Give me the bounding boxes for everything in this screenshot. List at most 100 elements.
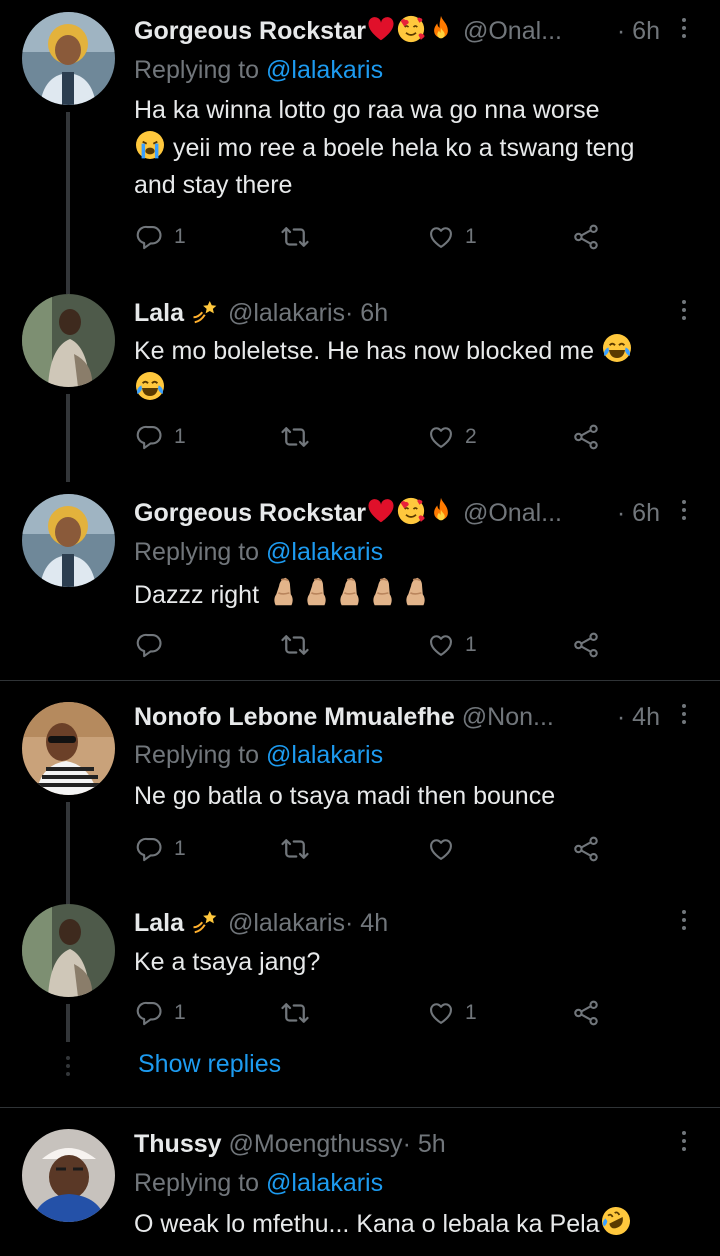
share-icon — [572, 631, 600, 659]
thread-dots — [66, 1056, 70, 1080]
dizzy-emoji — [191, 906, 221, 936]
reply-icon — [136, 223, 164, 251]
handle[interactable]: @Non... — [462, 703, 554, 731]
like-count: 1 — [465, 633, 477, 656]
timestamp[interactable]: · 4h — [617, 700, 660, 734]
tweet[interactable]: Gorgeous Rockstar @Onal... · 6h Replying… — [0, 0, 720, 282]
share-icon — [572, 223, 600, 251]
timestamp[interactable]: · 5h — [403, 1130, 446, 1158]
avatar[interactable] — [22, 494, 115, 587]
fire-emoji — [426, 496, 456, 526]
retweet-icon — [280, 630, 310, 660]
retweet-button[interactable] — [280, 422, 320, 452]
display-name[interactable]: Gorgeous Rockstar — [134, 17, 366, 45]
display-name[interactable]: Thussy — [134, 1130, 222, 1158]
reply-button[interactable]: 1 — [136, 222, 186, 252]
display-name[interactable]: Gorgeous Rockstar — [134, 499, 366, 527]
thread-line — [66, 112, 70, 282]
tweet[interactable]: Thussy @Moengthussy· 5h Replying to @lal… — [0, 1113, 720, 1256]
divider — [0, 1107, 720, 1108]
replying-to: Replying to @lalakaris — [134, 53, 383, 87]
avatar[interactable] — [22, 294, 115, 387]
timestamp[interactable]: · 6h — [345, 299, 388, 327]
rofl-emoji — [600, 1205, 632, 1237]
tweet-text-line-wrap: yeii mo ree a boele hela ko a tswang ten… — [134, 129, 699, 167]
reply-button[interactable] — [136, 630, 174, 660]
tweet-text: Ke a tsaya jang? — [134, 944, 699, 981]
pinched-fingers-emoji — [266, 581, 431, 609]
handle[interactable]: @Onal... — [463, 499, 562, 527]
avatar[interactable] — [22, 702, 115, 795]
like-icon — [427, 631, 455, 659]
tweet-actions: 1 2 — [134, 422, 614, 452]
more-icon[interactable] — [678, 702, 690, 728]
retweet-button[interactable] — [280, 998, 320, 1028]
handle[interactable]: @Onal... — [463, 17, 562, 45]
share-button[interactable] — [572, 222, 600, 252]
reply-button[interactable]: 1 — [136, 422, 186, 452]
share-button[interactable] — [572, 834, 600, 864]
share-button[interactable] — [572, 422, 600, 452]
reply-button[interactable]: 1 — [136, 834, 186, 864]
display-name[interactable]: Lala — [134, 299, 184, 327]
tweet-header: Lala @lalakaris· 6h — [134, 296, 660, 330]
retweet-icon — [280, 998, 310, 1028]
replying-to: Replying to @lalakaris — [134, 1166, 383, 1200]
crying-emoji — [134, 129, 166, 161]
tweet-text: O weak lo mfethu... Kana o lebala ka Pel… — [134, 1205, 699, 1243]
timestamp[interactable]: · 6h — [617, 496, 660, 530]
tweet-actions: 1 1 — [134, 222, 614, 252]
tweet[interactable]: Lala @lalakaris· 4h Ke a tsaya jang? 1 1 — [0, 892, 720, 1042]
display-name[interactable]: Nonofo Lebone Mmualefhe — [134, 703, 455, 731]
reply-button[interactable]: 1 — [136, 998, 186, 1028]
more-icon[interactable] — [678, 1129, 690, 1155]
more-icon[interactable] — [678, 298, 690, 324]
tweet-header: Nonofo Lebone Mmualefhe @Non... · 4h — [134, 700, 660, 734]
thread-line — [66, 394, 70, 482]
tweet[interactable]: Gorgeous Rockstar @Onal... · 6h Replying… — [0, 482, 720, 678]
share-button[interactable] — [572, 630, 600, 660]
tweet[interactable]: Lala @lalakaris· 6h Ke mo boleletse. He … — [0, 282, 720, 482]
heart-emoji — [366, 496, 396, 526]
retweet-button[interactable] — [280, 222, 320, 252]
replying-to-link[interactable]: @lalakaris — [266, 741, 383, 769]
tweet-text: Ke mo boleletse. He has now blocked me — [134, 332, 699, 408]
share-icon — [572, 999, 600, 1027]
more-icon[interactable] — [678, 498, 690, 524]
reply-count: 1 — [174, 1001, 186, 1024]
retweet-icon — [280, 222, 310, 252]
like-button[interactable]: 1 — [427, 222, 477, 252]
like-button[interactable]: 1 — [427, 998, 477, 1028]
avatar[interactable] — [22, 1129, 115, 1222]
tweet-text-line: Dazzz right — [134, 581, 260, 609]
handle[interactable]: @Moengthussy — [228, 1130, 402, 1158]
like-button[interactable]: 1 — [427, 630, 477, 660]
avatar[interactable] — [22, 904, 115, 997]
thread-line — [66, 802, 70, 892]
tweet-actions: 1 — [134, 630, 614, 660]
share-icon — [572, 835, 600, 863]
timestamp[interactable]: · 4h — [345, 909, 388, 937]
handle[interactable]: @lalakaris — [228, 909, 345, 937]
more-icon[interactable] — [678, 908, 690, 934]
timestamp[interactable]: · 6h — [617, 14, 660, 48]
tweet[interactable]: Nonofo Lebone Mmualefhe @Non... · 4h Rep… — [0, 686, 720, 892]
share-button[interactable] — [572, 998, 600, 1028]
handle[interactable]: @lalakaris — [228, 299, 345, 327]
avatar[interactable] — [22, 12, 115, 105]
more-icon[interactable] — [678, 16, 690, 42]
tweet-text-line: Ke a tsaya jang? — [134, 948, 321, 976]
like-button[interactable] — [427, 834, 465, 864]
display-name[interactable]: Lala — [134, 909, 184, 937]
replying-to-label: Replying to — [134, 741, 260, 769]
show-replies-link[interactable]: Show replies — [138, 1050, 281, 1079]
replying-to-link[interactable]: @lalakaris — [266, 538, 383, 566]
replying-to-link[interactable]: @lalakaris — [266, 1169, 383, 1197]
tweet-text-line: O weak lo mfethu... Kana o lebala ka Pel… — [134, 1210, 600, 1238]
replying-to-link[interactable]: @lalakaris — [266, 56, 383, 84]
replying-to: Replying to @lalakaris — [134, 535, 383, 569]
retweet-button[interactable] — [280, 630, 320, 660]
retweet-button[interactable] — [280, 834, 320, 864]
like-count: 1 — [465, 1001, 477, 1024]
like-button[interactable]: 2 — [427, 422, 477, 452]
